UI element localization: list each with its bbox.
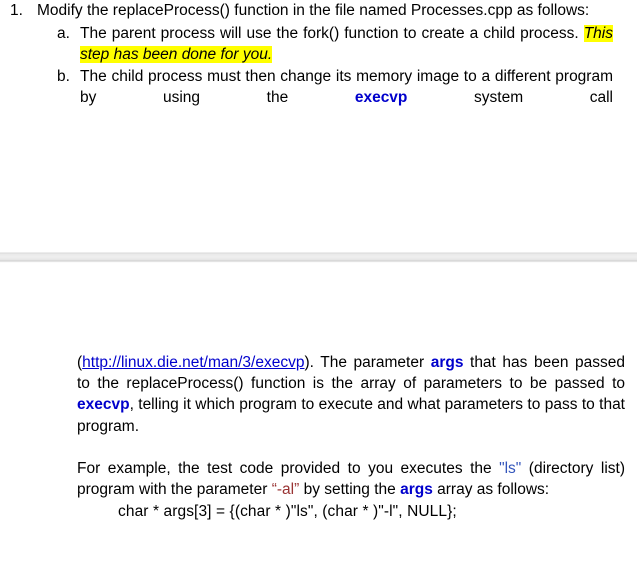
list-item-1-body: Modify the replaceProcess() function in …: [37, 0, 623, 129]
string-literal-ls: "ls": [499, 459, 522, 477]
sub-a-text: The parent process will use the fork() f…: [80, 25, 584, 42]
keyword-args-1: args: [430, 354, 464, 371]
sub-list-item-b: b. The child process must then change it…: [37, 66, 623, 129]
keyword-args-2: args: [400, 481, 433, 499]
sub-list-item-b-body: The child process must then change its m…: [80, 66, 613, 129]
sub-list-marker-a: a.: [57, 25, 70, 42]
paragraph2-text-3: by setting the: [299, 481, 401, 499]
string-literal-al: “-al”: [271, 481, 300, 499]
code-example-args-array: char * args[3] = {(char * )"ls", (char *…: [118, 503, 457, 521]
sub-list-item-a-body: The parent process will use the fork() f…: [80, 23, 613, 65]
paragraph2-text-4: array as follows:: [432, 481, 550, 499]
list-item-1-lead-text: Modify the replaceProcess() function in …: [37, 2, 590, 19]
paragraph-example-description: For example, the test code provided to y…: [77, 458, 625, 500]
keyword-execvp-2: execvp: [77, 396, 130, 414]
document-page: 1. Modify the replaceProcess() function …: [0, 0, 637, 565]
sub-b-text-after: system call: [407, 89, 613, 106]
execvp-man-page-link[interactable]: http://linux.die.net/man/3/execvp: [82, 354, 304, 371]
paragraph2-text-1: For example, the test code provided to y…: [77, 459, 500, 477]
assignment-top-section: 1. Modify the replaceProcess() function …: [0, 0, 637, 129]
paragraph1-after-link: ). The parameter: [304, 354, 431, 371]
page-break-separator: [0, 252, 637, 263]
paragraph-execvp-description: (http://linux.die.net/man/3/execvp). The…: [77, 352, 625, 437]
sub-list-marker-b: b.: [57, 68, 70, 85]
list-marker-1: 1.: [10, 2, 23, 19]
assignment-bottom-section: (http://linux.die.net/man/3/execvp). The…: [0, 352, 637, 522]
ordered-list-item-1: 1. Modify the replaceProcess() function …: [0, 0, 637, 129]
keyword-execvp-1: execvp: [354, 89, 408, 106]
paragraph1-mid-2: , telling it which program to execute an…: [77, 396, 625, 435]
sub-list-item-a: a. The parent process will use the fork(…: [37, 23, 623, 65]
sub-list: a. The parent process will use the fork(…: [37, 23, 623, 129]
